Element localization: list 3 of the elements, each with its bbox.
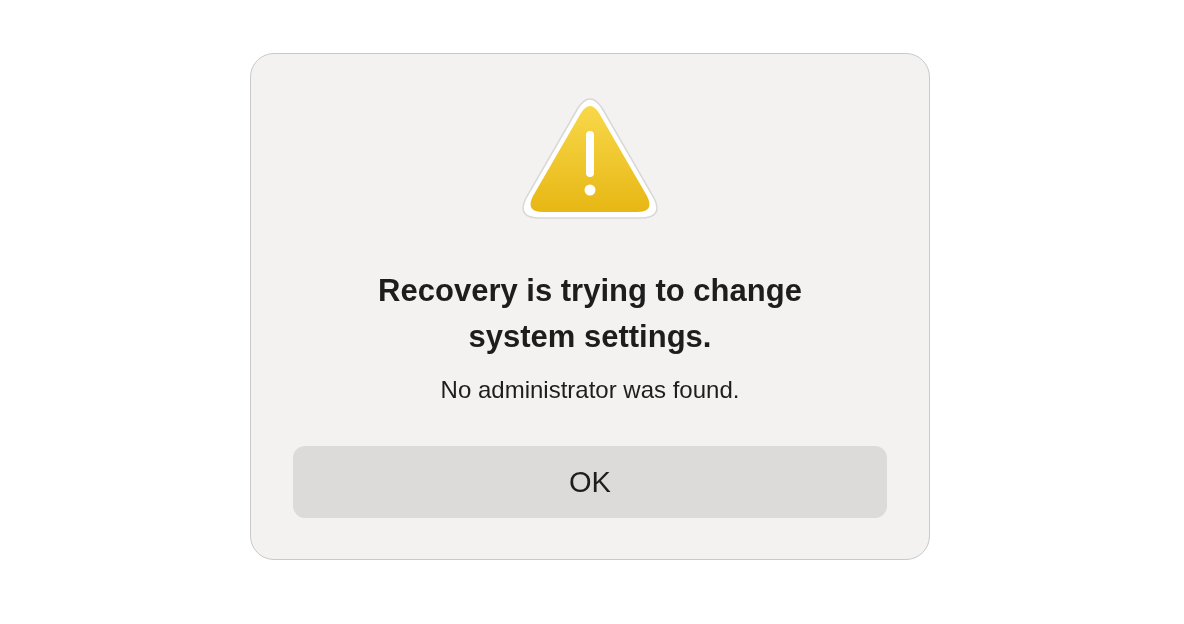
dialog-title: Recovery is trying to change system settings.	[377, 272, 803, 356]
ok-button[interactable]: OK	[293, 446, 887, 518]
dialog-message: No administrator was found.	[440, 376, 740, 404]
